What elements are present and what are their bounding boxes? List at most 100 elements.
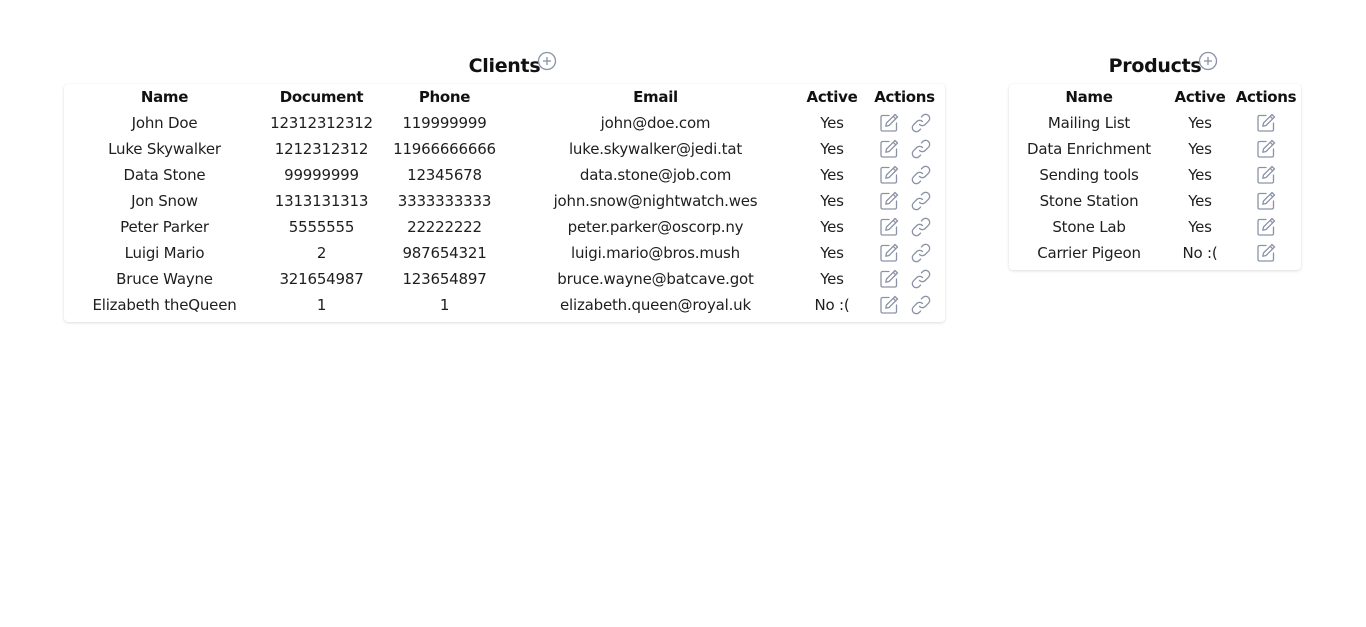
client-email: data.stone@job.com	[579, 166, 732, 184]
edit-icon	[1257, 243, 1276, 262]
product-active: Yes	[1188, 140, 1212, 158]
add-client-button[interactable]	[536, 50, 558, 72]
product-name: Stone Station	[1039, 192, 1139, 210]
client-document: 321654987	[279, 270, 364, 288]
link-button[interactable]	[909, 163, 933, 187]
row-actions	[1231, 111, 1301, 135]
add-product-button[interactable]	[1197, 50, 1219, 72]
edit-icon	[879, 139, 898, 158]
client-phone: 3333333333	[397, 192, 492, 210]
edit-icon	[1257, 165, 1276, 184]
edit-button[interactable]	[877, 241, 901, 265]
product-name: Mailing List	[1047, 114, 1131, 132]
edit-button[interactable]	[1254, 163, 1278, 187]
product-name: Stone Lab	[1052, 218, 1126, 236]
product-actions-cell	[1231, 188, 1301, 214]
client-actions-cell	[864, 136, 945, 162]
edit-button[interactable]	[1254, 241, 1278, 265]
edit-button[interactable]	[877, 215, 901, 239]
edit-icon	[1257, 113, 1276, 132]
edit-button[interactable]	[1254, 215, 1278, 239]
client-name: Luke Skywalker	[108, 140, 221, 158]
row-actions	[1231, 215, 1301, 239]
product-actions-cell	[1231, 240, 1301, 266]
plus-circle-icon	[537, 51, 557, 71]
link-icon	[911, 165, 930, 185]
edit-button[interactable]	[1254, 111, 1278, 135]
column-header-name: Name	[1065, 88, 1113, 106]
edit-button[interactable]	[877, 293, 901, 317]
product-actions-cell	[1231, 162, 1301, 188]
link-button[interactable]	[909, 215, 933, 239]
table-row: Bruce Wayne 321654987 123654897 bruce.wayne…	[64, 266, 945, 292]
edit-button[interactable]	[1254, 189, 1278, 213]
client-name: Elizabeth theQueen	[92, 296, 237, 314]
clients-panel: Clients Name Document Phone Email Active	[64, 48, 945, 322]
link-button[interactable]	[909, 293, 933, 317]
client-document: 5555555	[288, 218, 355, 236]
edit-button[interactable]	[877, 111, 901, 135]
client-active: Yes	[820, 244, 844, 262]
client-active: Yes	[820, 140, 844, 158]
table-row: Sending tools Yes	[1009, 162, 1301, 188]
edit-icon	[879, 191, 898, 210]
edit-button[interactable]	[877, 189, 901, 213]
edit-button[interactable]	[877, 163, 901, 187]
edit-icon	[879, 113, 898, 132]
product-active: No :(	[1182, 244, 1218, 262]
client-name: Jon Snow	[131, 192, 198, 210]
product-actions-cell	[1231, 110, 1301, 136]
product-active: Yes	[1188, 114, 1212, 132]
table-row: John Doe 12312312312 119999999 john@doe.com…	[64, 110, 945, 136]
client-phone: 119999999	[402, 114, 487, 132]
row-actions	[864, 215, 945, 239]
clients-title: Clients	[468, 55, 541, 77]
link-button[interactable]	[909, 137, 933, 161]
client-document: 1313131313	[274, 192, 369, 210]
edit-icon	[879, 165, 898, 184]
table-row: Stone Station Yes	[1009, 188, 1301, 214]
row-actions	[1231, 241, 1301, 265]
products-title: Products	[1108, 55, 1202, 77]
client-active: Yes	[820, 114, 844, 132]
link-icon	[911, 269, 930, 289]
client-phone: 11966666666	[393, 140, 496, 158]
client-phone: 12345678	[407, 166, 482, 184]
column-header-name: Name	[140, 88, 189, 106]
row-actions	[864, 189, 945, 213]
table-row: Peter Parker 5555555 22222222 peter.parker@…	[64, 214, 945, 240]
table-row: Mailing List Yes	[1009, 110, 1301, 136]
edit-button[interactable]	[877, 137, 901, 161]
row-actions	[1231, 163, 1301, 187]
client-active: Yes	[820, 192, 844, 210]
client-document: 2	[316, 244, 327, 262]
table-row: Carrier Pigeon No :(	[1009, 240, 1301, 266]
link-button[interactable]	[909, 111, 933, 135]
link-button[interactable]	[909, 241, 933, 265]
client-phone: 22222222	[407, 218, 482, 236]
product-active: Yes	[1188, 166, 1212, 184]
clients-table: Name Document Phone Email Active Actions…	[64, 84, 945, 318]
edit-icon	[879, 295, 898, 314]
link-icon	[911, 295, 930, 315]
edit-icon	[1257, 139, 1276, 158]
client-phone: 987654321	[402, 244, 487, 262]
row-actions	[864, 111, 945, 135]
client-actions-cell	[864, 188, 945, 214]
products-header-row: Name Active Actions	[1009, 84, 1301, 110]
client-document: 1	[316, 296, 327, 314]
client-phone: 123654897	[402, 270, 487, 288]
link-button[interactable]	[909, 267, 933, 291]
column-header-phone: Phone	[418, 88, 471, 106]
client-actions-cell	[864, 240, 945, 266]
products-table-card: Name Active Actions Mailing List Yes Data …	[1009, 84, 1301, 270]
link-button[interactable]	[909, 189, 933, 213]
edit-button[interactable]	[1254, 137, 1278, 161]
client-email: elizabeth.queen@royal.uk	[560, 296, 751, 314]
link-icon	[911, 113, 930, 133]
products-panel: Products Name Active Actions Mailing Lis…	[1009, 48, 1301, 270]
edit-icon	[879, 243, 898, 262]
clients-header: Clients	[64, 48, 945, 84]
edit-button[interactable]	[877, 267, 901, 291]
product-name: Data Enrichment	[1027, 140, 1151, 158]
